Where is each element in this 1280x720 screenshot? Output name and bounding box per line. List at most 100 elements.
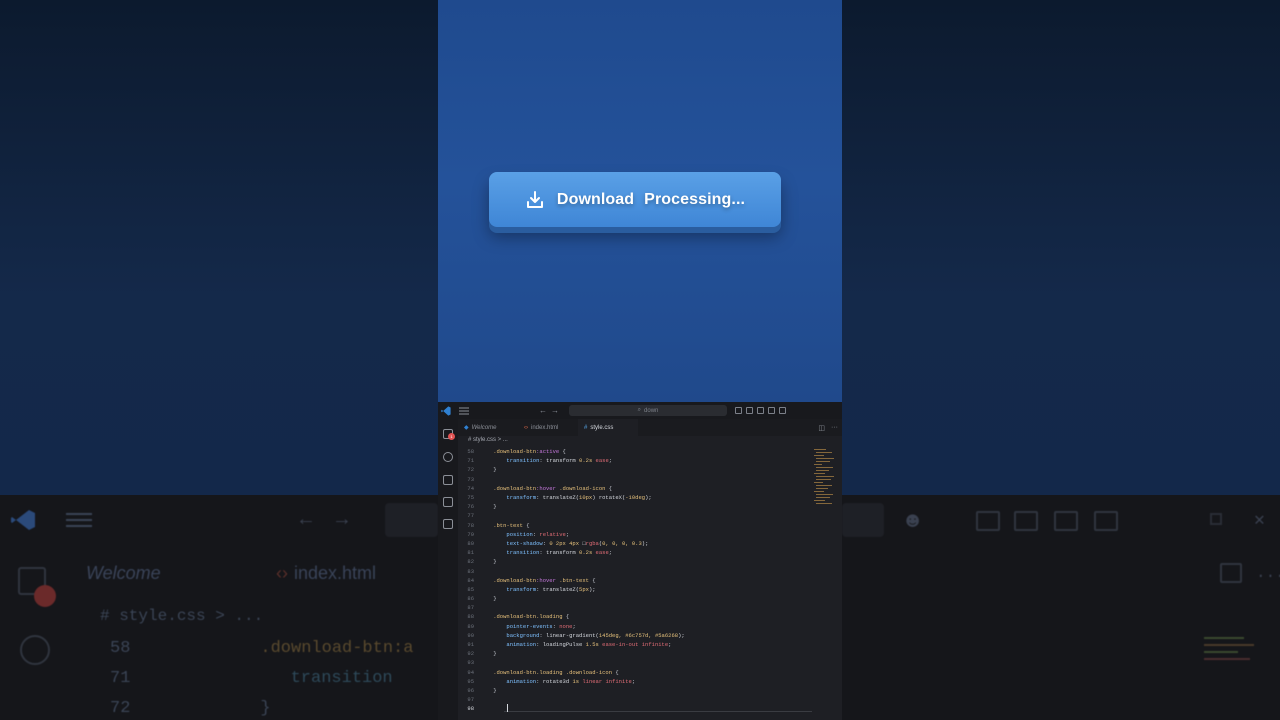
code-line[interactable]: 94 .download-btn.loading .download-icon … — [458, 668, 833, 677]
search-icon: ⌕ — [637, 407, 642, 413]
ghost-breadcrumb: # style.css > ... — [100, 607, 264, 625]
copilot-icon[interactable] — [735, 407, 742, 414]
run-debug-icon[interactable] — [443, 497, 453, 507]
menu-icon[interactable] — [459, 407, 469, 415]
search-sidebar-icon[interactable] — [443, 452, 453, 462]
code-token: { — [605, 484, 613, 492]
code-line[interactable]: 96 } — [458, 686, 833, 695]
command-search[interactable]: ⌕ down — [569, 405, 727, 416]
code-line[interactable]: 80 text-shadow: 0 2px 4px □ rgba(0, 0, 0,… — [458, 539, 833, 548]
code-token: 1s — [572, 677, 580, 685]
download-button[interactable]: Download Processing... — [489, 172, 781, 227]
code-token: { — [559, 448, 566, 456]
code-token: linear infinite — [579, 677, 632, 685]
code-token: .download-icon — [562, 668, 613, 676]
split-editor-icon[interactable]: ◫ — [818, 424, 825, 432]
code-token: : — [539, 549, 547, 557]
code-line[interactable]: 91 animation: loadingPulse 1.5s ease-in-… — [458, 640, 833, 649]
code-line[interactable]: 78 .btn-text { — [458, 521, 833, 530]
code-line[interactable]: 95 animation: rotate3d 1s linear infinit… — [458, 677, 833, 686]
line-number: 79 — [467, 530, 474, 538]
code-line[interactable]: 89 pointer-events: none; — [458, 622, 833, 631]
code-line[interactable]: 86 } — [458, 594, 833, 603]
code-line[interactable]: 85 transform: translateZ(5px); — [458, 585, 833, 594]
code-token: 0 2px 4px — [549, 539, 583, 547]
code-line[interactable]: 83 — [458, 566, 833, 575]
code-token: ); — [645, 494, 652, 502]
code-token: 0, 0, 0, 0.3 — [602, 539, 642, 547]
breadcrumb[interactable]: # style.css > ... — [468, 437, 508, 443]
nav-arrows-icon[interactable]: ←→ — [539, 406, 563, 415]
line-number: 80 — [467, 539, 474, 547]
more-icon[interactable]: ··· — [831, 424, 838, 432]
code-token: 0.2s — [579, 549, 593, 557]
line-number: 91 — [467, 641, 474, 649]
tab-index-html[interactable]: ‹› index.html — [518, 419, 578, 436]
code-line[interactable]: 79 position: relative; — [458, 530, 833, 539]
code-token: } — [480, 686, 497, 694]
vscode-logo-icon — [441, 405, 451, 416]
code-line[interactable]: 93 — [458, 658, 833, 667]
tab-welcome[interactable]: ◆ Welcome — [458, 419, 518, 436]
download-icon — [525, 190, 545, 210]
minimap[interactable] — [814, 447, 834, 507]
code-line[interactable]: 84 .download-btn:hover .btn-text { — [458, 576, 833, 585]
code-token: background — [480, 631, 540, 639]
line-number: 92 — [467, 650, 474, 658]
code-token: : — [539, 631, 547, 639]
code-line[interactable]: 81 transition: transform 0.2s ease; — [458, 548, 833, 557]
code-line[interactable]: 88 .download-btn.loading { — [458, 612, 833, 621]
extensions-icon[interactable] — [443, 519, 453, 529]
code-line[interactable]: 97 — [458, 695, 833, 704]
ghost-tab-index: ‹› index.html — [276, 563, 377, 583]
css-icon: # — [584, 424, 588, 431]
code-line[interactable]: 76 } — [458, 502, 833, 511]
layout-sidebar-icon[interactable] — [757, 407, 764, 414]
code-line[interactable]: 92 } — [458, 649, 833, 658]
more-icon: ··· — [1256, 567, 1280, 585]
code-token: .btn-text — [555, 576, 589, 584]
code-line[interactable]: 74 .download-btn:hover .download-icon { — [458, 484, 833, 493]
code-line[interactable]: 77 — [458, 511, 833, 520]
line-number: 84 — [467, 576, 474, 584]
code-line[interactable]: 72 } — [458, 465, 833, 474]
line-number: 74 — [467, 484, 474, 492]
line-number: 73 — [467, 475, 474, 483]
code-token: transform — [480, 494, 537, 502]
code-line[interactable]: 87 — [458, 603, 833, 612]
code-token: ease — [592, 549, 609, 557]
search-box — [385, 503, 438, 537]
title-bar: ←→ ⌕ down — [438, 402, 842, 419]
source-control-icon[interactable] — [443, 475, 453, 485]
code-area[interactable]: 58 .download-btn:active {71 transition: … — [458, 447, 833, 717]
ghost-tab-welcome: Welcome — [86, 563, 161, 583]
line-number: 81 — [467, 549, 474, 557]
code-token: : — [552, 622, 560, 630]
code-token: 0.2s — [579, 457, 593, 465]
code-line[interactable]: 82 } — [458, 557, 833, 566]
layout-right-icon[interactable] — [779, 407, 786, 414]
line-number: 94 — [467, 668, 474, 676]
line-number: 78 — [467, 521, 474, 529]
code-line[interactable]: 75 transform: translateZ(10px) rotateX(-… — [458, 493, 833, 502]
layout-panel-icon[interactable] — [768, 407, 775, 414]
line-number: 58 — [467, 448, 474, 456]
code-line[interactable]: 98 — [458, 704, 833, 713]
tab-style-css[interactable]: # style.css — [578, 419, 638, 436]
code-token: ); — [678, 631, 685, 639]
code-token: ease-in-out infinite — [598, 641, 669, 649]
minimap — [1204, 637, 1264, 677]
code-line[interactable]: 73 — [458, 475, 833, 484]
code-token: rgba — [585, 539, 599, 547]
code-token: transform — [546, 457, 580, 465]
code-token: .btn-text — [480, 521, 523, 529]
code-token: :active — [536, 448, 560, 456]
code-token: ; — [668, 641, 672, 649]
code-line[interactable]: 58 .download-btn:active { — [458, 447, 833, 456]
code-line[interactable]: 90 background: linear-gradient(145deg, #… — [458, 631, 833, 640]
code-line[interactable]: 71 transition: transform 0.2s ease; — [458, 456, 833, 465]
code-token: -10deg — [625, 494, 646, 502]
layout-icon[interactable] — [746, 407, 753, 414]
code-token: ; — [572, 622, 576, 630]
split-editor-icon — [1220, 563, 1242, 583]
